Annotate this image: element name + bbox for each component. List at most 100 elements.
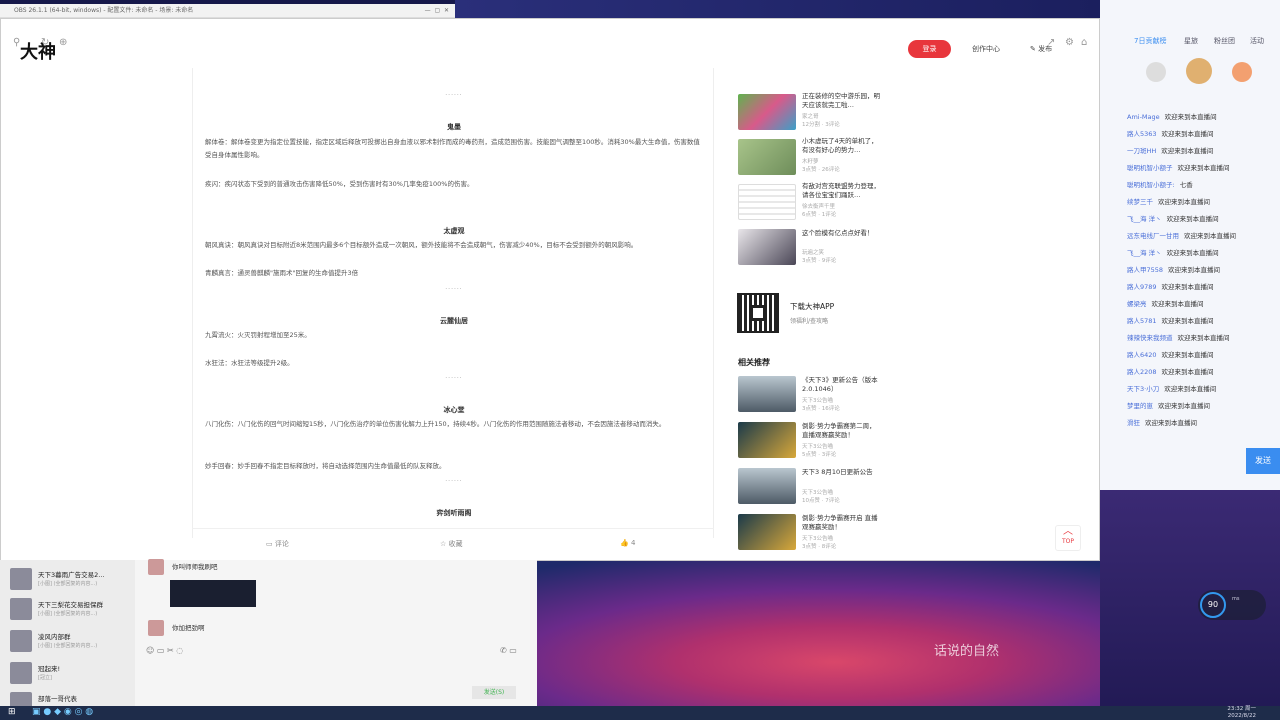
chat-username[interactable]: 滑狂 [1127,419,1140,427]
chat-username[interactable]: 路人9789 [1127,283,1157,291]
creator-center-link[interactable]: 创作中心 [972,44,1000,54]
chat-text: 欢迎来到本直播间 [1161,317,1214,325]
chat-username[interactable]: 聪明机智小额子 [1127,164,1173,172]
tab-star[interactable]: 星旅 [1184,36,1198,46]
post-thumbnail [738,376,796,412]
login-button[interactable]: 登录 [908,40,951,58]
windows-icon[interactable]: ⊞ [8,707,16,717]
im-send-button[interactable]: 发送(S) [472,686,516,699]
chat-username[interactable]: 辣辣快来我频道 [1127,334,1173,342]
post-meta: 12分割 · 3评论 [802,122,840,128]
latency-label: ms [1232,596,1240,602]
taskbar: ⊞ ▣ ● ◆ ◉ ◎ ◍ [0,706,1280,720]
obs-title-bar: OBS 26.1.1 (64-bit, windows) - 配置文件: 未命名… [0,4,455,18]
chat-username[interactable]: Ami-Mage [1127,113,1160,121]
clock-date: 2022/8/22 [1227,713,1256,719]
settings-icon[interactable]: ⚙ [1065,37,1074,48]
section-title: 鬼墨 [447,123,461,131]
section-title: 弈剑听雨阁 [436,509,472,517]
chat-line: 辣辣快来我频道 欢迎来到本直播间 [1127,334,1230,343]
conversation-item[interactable]: 凌风内部群 [小图] (全部回复的内容...) [10,628,130,658]
post-author: 天下3公告喵 [802,398,833,404]
chat-username[interactable]: 天下3·小刀 [1127,385,1159,393]
edit-icon: ✎ [1030,45,1039,53]
chat-username[interactable]: 飞__海 洋丶 [1127,215,1162,223]
conversation-item[interactable]: 天下三梨花交易担保群 [小图] (全部回复的内容...) [10,596,130,626]
post-thumbnail [738,94,796,130]
avatar [10,598,32,620]
chat-line: 梦里的崽 欢迎来到本直播间 [1127,402,1210,411]
clock-time: 23:32 周一 [1227,706,1256,712]
chat-text: 欢迎来到本直播间 [1158,402,1210,410]
avatar[interactable] [1146,62,1166,82]
tab-fans[interactable]: 粉丝团 [1214,36,1235,46]
like-button[interactable]: 👍 4 [620,539,635,547]
chat-username[interactable]: 飞__海 洋丶 [1127,249,1162,257]
call-icon[interactable]: ✆ ▭ [500,646,517,655]
post-author: 天下3公告喵 [802,536,833,542]
chat-text: 欢迎来到本直播间 [1168,266,1221,274]
paragraph: 朝风真诀：朝风真诀对目标附近8米范围内最多6个目标额外造成一次朝风，额外技能将不… [205,241,638,249]
chat-username[interactable]: 续梦三千 [1127,198,1153,206]
chat-username[interactable]: 螺梁亮 [1127,300,1147,308]
chat-line: 一刀斑HH 欢迎来到本直播间 [1127,147,1213,156]
chat-username[interactable]: 梦里的崽 [1127,402,1153,410]
hot-posts-card: 正在装修的空中游乐园，明天应该就完工啦… 家之哥 12分割 · 3评论 小木虚玩… [726,84,890,276]
latency-widget: 90 ms [1198,590,1266,620]
chat-username[interactable]: 路人5363 [1127,130,1157,138]
avatar [148,559,164,575]
post-author: 玩遍之笑 [802,250,825,256]
chat-username[interactable]: 路人2208 [1127,368,1157,376]
avatar [10,662,32,684]
chat-text: 欢迎来到本直播间 [1161,130,1214,138]
chat-text: 欢迎来到本直播间 [1161,283,1214,291]
chat-line: 路人6420 欢迎来到本直播间 [1127,351,1214,360]
post-thumbnail [738,514,796,550]
section-title: 太虚观 [443,227,465,235]
post-title: 有敌对宫充联盟势力登理，请各位宝宝们踊跃… [802,182,880,199]
dashen-logo[interactable]: 大神 [20,38,56,64]
taskbar-apps-icon[interactable]: ▣ ● ◆ ◉ ◎ ◍ [32,707,93,717]
pin-icon[interactable]: ⌂ [1081,37,1087,48]
chat-message: 你叫师师我刷吧 [148,559,218,575]
chat-username[interactable]: 远东电线厂一甘用 [1127,232,1179,240]
globe-icon[interactable]: ⊕ [59,37,67,48]
avatar[interactable] [1186,58,1212,84]
publish-button[interactable]: ✎ 发布 [1030,44,1052,54]
paragraph: 九霄流火：火灭罚射程增加至25米。 [205,331,311,339]
chat-text: 欢迎来到本直播间 [1161,351,1214,359]
window-controls[interactable]: — ▢ ✕ [425,4,449,18]
tab-contribution[interactable]: 7日贡献榜 [1134,36,1166,46]
chat-username[interactable]: 路人6420 [1127,351,1157,359]
chat-line: 续梦三千 欢迎来到本直播间 [1127,198,1210,207]
emoji-icon[interactable]: ☺ ▭ ✂ ◌ [146,646,183,655]
chat-text: 欢迎来到本直播间 [1177,164,1230,172]
chat-username[interactable]: 路人5781 [1127,317,1157,325]
chevron-up-icon: ︿ [1063,526,1073,537]
favorite-button[interactable]: ☆ 收藏 [440,539,463,549]
conversation-item[interactable]: 冠起来! [冠立] [10,660,130,690]
send-button[interactable]: 发送 [1246,448,1280,474]
separator: ······ [445,92,463,99]
back-to-top-button[interactable]: ︿ TOP [1055,525,1081,551]
post-title: 《天下3》更新公告（版本2.0.1046） [802,376,878,393]
tab-events[interactable]: 活动 [1250,36,1264,46]
chat-username[interactable]: 路人甲7558 [1127,266,1163,274]
separator: ······ [445,286,463,293]
app-download-title: 下载大神APP [790,302,835,311]
latency-value: 90 [1200,592,1226,618]
post-title: 倒影·势力争霸赛开启 直播观赛赢奖励！ [802,514,878,531]
paragraph: 疾闪：疾闪状态下受到的普通攻击伤害降低50%，受到伤害时有30%几率免疫100%… [205,180,474,188]
section-title: 冰心堂 [443,406,465,414]
avatar[interactable] [1232,62,1252,82]
post-meta: 3点赞 · 16评论 [802,406,840,412]
shared-image[interactable] [170,580,256,607]
post-meta: 3点赞 · 8评论 [802,544,837,550]
conversation-list: 天下3暮雨广告交易2... [小图] (全部回复的内容...) 天下三梨花交易担保… [0,560,135,714]
post-author: 徐去衡声千里 [802,204,836,210]
conversation-item[interactable]: 天下3暮雨广告交易2... [小图] (全部回复的内容...) [10,566,130,596]
chat-username[interactable]: 一刀斑HH [1127,147,1156,155]
avatar [148,620,164,636]
chat-username[interactable]: 聪明机智小额子: [1127,181,1175,189]
comment-button[interactable]: ▭ 评论 [266,539,289,549]
